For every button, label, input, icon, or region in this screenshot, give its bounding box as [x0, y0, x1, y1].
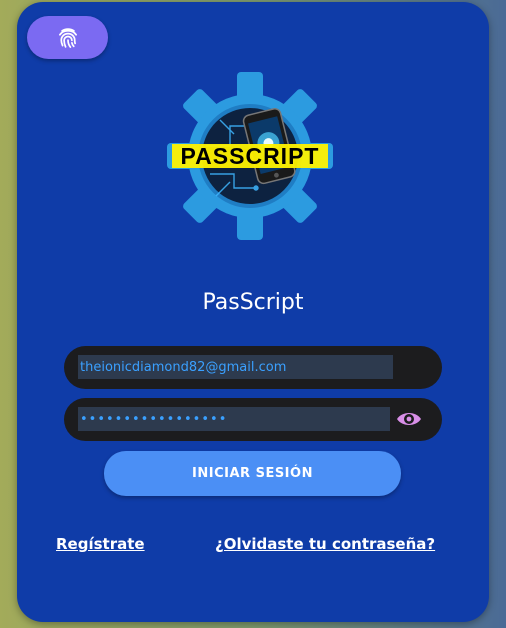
eye-icon[interactable] [395, 408, 423, 430]
register-link[interactable]: Regístrate [56, 535, 145, 553]
login-button[interactable]: INICIAR SESIÓN [104, 451, 401, 496]
forgot-password-link[interactable]: ¿Olvidaste tu contraseña? [215, 535, 435, 553]
fingerprint-button[interactable] [27, 16, 108, 59]
app-title: PasScript [202, 290, 304, 315]
email-field-wrapper [64, 346, 442, 389]
fingerprint-icon [58, 27, 77, 48]
password-field[interactable] [78, 407, 390, 431]
passcript-logo: PASSCRIPT [167, 72, 333, 240]
email-field[interactable] [78, 355, 393, 379]
password-field-wrapper [64, 398, 442, 441]
logo-text: PASSCRIPT [181, 143, 320, 169]
